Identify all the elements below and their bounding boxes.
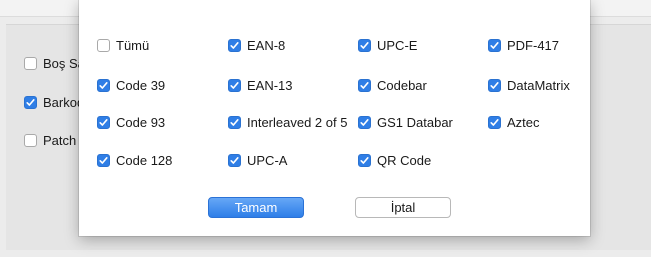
checkbox-checked-icon <box>358 154 371 167</box>
checkbox-checked-icon <box>488 39 501 52</box>
checkbox-icon <box>24 134 37 147</box>
barcode-option-label: PDF-417 <box>507 38 560 53</box>
barcode-option-label: QR Code <box>377 153 432 168</box>
barcode-option-label: UPC-E <box>377 38 418 53</box>
bg-option-label: Patch <box>43 133 77 148</box>
barcode-option-datamatrix[interactable]: DataMatrix <box>488 78 570 93</box>
barcode-option-label: Codebar <box>377 78 427 93</box>
barcode-option-codebar[interactable]: Codebar <box>358 78 427 93</box>
bg-option-blank-page[interactable]: Boş Sa <box>24 56 85 71</box>
bg-option-barcode[interactable]: Barkod <box>24 95 84 110</box>
checkbox-checked-icon <box>358 79 371 92</box>
checkbox-checked-icon <box>97 154 110 167</box>
checkbox-icon <box>24 96 37 109</box>
checkbox-unchecked-icon <box>97 39 110 52</box>
checkbox-icon <box>24 57 37 70</box>
checkbox-checked-icon <box>358 116 371 129</box>
checkbox-checked-icon <box>228 39 241 52</box>
barcode-type-dialog: Tümü EAN-8 UPC-E PDF-417 Code 39 EAN-13 Codeba… <box>79 0 590 236</box>
barcode-option-label: Tümü <box>116 38 150 53</box>
barcode-option-qr-code[interactable]: QR Code <box>358 153 431 168</box>
barcode-option-ean-13[interactable]: EAN-13 <box>228 78 293 93</box>
barcode-option-label: UPC-A <box>247 153 288 168</box>
checkbox-checked-icon <box>228 79 241 92</box>
barcode-option-label: Code 93 <box>116 115 166 130</box>
checkbox-checked-icon <box>228 154 241 167</box>
bg-option-patch[interactable]: Patch <box>24 133 76 148</box>
barcode-option-label: Aztec <box>507 115 540 130</box>
cancel-button[interactable]: İptal <box>355 197 451 218</box>
barcode-option-gs1-databar[interactable]: GS1 Databar <box>358 115 453 130</box>
barcode-option-pdf-417[interactable]: PDF-417 <box>488 38 559 53</box>
barcode-option-label: GS1 Databar <box>377 115 453 130</box>
barcode-option-code-128[interactable]: Code 128 <box>97 153 172 168</box>
barcode-option-label: EAN-8 <box>247 38 286 53</box>
barcode-option-code-93[interactable]: Code 93 <box>97 115 165 130</box>
checkbox-checked-icon <box>488 116 501 129</box>
checkbox-checked-icon <box>97 116 110 129</box>
checkbox-checked-icon <box>488 79 501 92</box>
barcode-option-interleaved-2-of-5[interactable]: Interleaved 2 of 5 <box>228 115 347 130</box>
barcode-option-aztec[interactable]: Aztec <box>488 115 540 130</box>
barcode-option-label: EAN-13 <box>247 78 293 93</box>
checkbox-checked-icon <box>358 39 371 52</box>
barcode-option-upc-a[interactable]: UPC-A <box>228 153 287 168</box>
barcode-option-label: Code 39 <box>116 78 166 93</box>
barcode-option-label: Interleaved 2 of 5 <box>247 115 348 130</box>
barcode-option-ean-8[interactable]: EAN-8 <box>228 38 285 53</box>
barcode-option-t-m[interactable]: Tümü <box>97 38 149 53</box>
barcode-option-code-39[interactable]: Code 39 <box>97 78 165 93</box>
checkbox-checked-icon <box>97 79 110 92</box>
barcode-option-label: DataMatrix <box>507 78 570 93</box>
checkbox-checked-icon <box>228 116 241 129</box>
barcode-option-label: Code 128 <box>116 153 173 168</box>
ok-button[interactable]: Tamam <box>208 197 304 218</box>
barcode-option-upc-e[interactable]: UPC-E <box>358 38 417 53</box>
